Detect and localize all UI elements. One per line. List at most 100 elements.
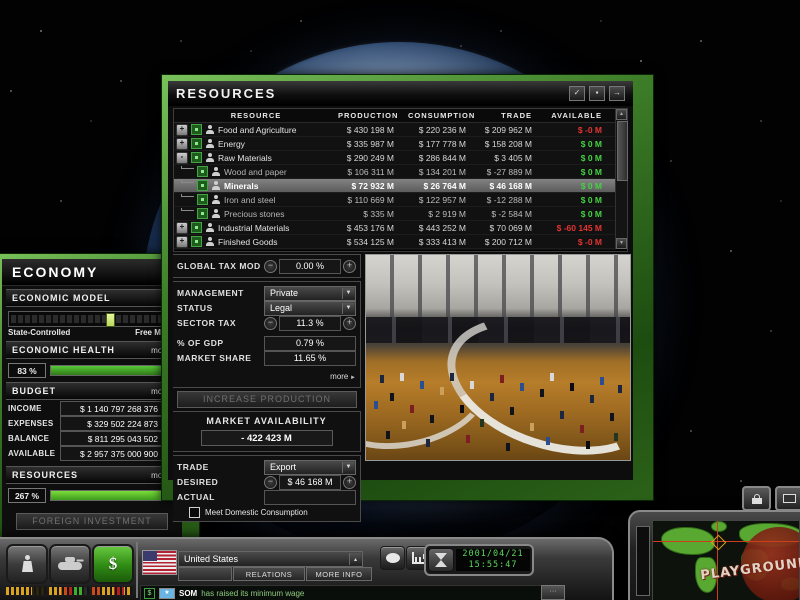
close-icon[interactable]: → bbox=[609, 86, 625, 101]
person-icon bbox=[205, 139, 215, 148]
resource-row-iron-and-steel[interactable]: Iron and steel$ 110 669 M$ 122 957 M$ -1… bbox=[174, 193, 616, 207]
person-icon bbox=[211, 181, 221, 190]
scroll-up-icon[interactable]: ▲ bbox=[616, 109, 627, 120]
global-tax-label: GLOBAL TAX MOD bbox=[177, 261, 264, 271]
global-tax-plus-button[interactable]: + bbox=[343, 260, 356, 273]
chat-button[interactable] bbox=[380, 546, 405, 570]
consumption-value: $ 177 778 M bbox=[408, 139, 480, 149]
production-value: $ 335 987 M bbox=[338, 139, 408, 149]
economy-button[interactable]: $ bbox=[92, 544, 134, 584]
resource-status-icon bbox=[197, 180, 208, 191]
available-value: $ 0 M bbox=[546, 139, 616, 149]
production-value: $ 453 176 M bbox=[338, 223, 408, 233]
relations-button[interactable]: RELATIONS bbox=[233, 567, 305, 581]
minimize-icon[interactable]: ▪ bbox=[589, 86, 605, 101]
ticker-options-button[interactable]: ··· bbox=[541, 585, 565, 600]
economy-meter bbox=[91, 586, 133, 596]
slider-thumb[interactable] bbox=[106, 313, 115, 327]
table-scrollbar[interactable]: ▲ ▼ bbox=[615, 109, 627, 249]
lock-view-button[interactable] bbox=[742, 486, 771, 511]
view-mode-button[interactable] bbox=[775, 486, 800, 511]
col-available: AVAILABLE bbox=[546, 111, 616, 120]
person-icon bbox=[211, 167, 221, 176]
trade-section: TRADE Export▼ DESIRED − $ 46 168 M + ACT… bbox=[173, 455, 361, 522]
resource-row-raw-materials[interactable]: -Raw Materials$ 290 249 M$ 286 844 M$ 3 … bbox=[174, 151, 616, 165]
trade-value: $ 200 712 M bbox=[480, 237, 546, 247]
gdp-label: % OF GDP bbox=[177, 338, 264, 348]
minimap-zoom-slider[interactable] bbox=[636, 526, 650, 596]
politics-meter bbox=[5, 586, 47, 596]
resource-row-food-and-agriculture[interactable]: +Food and Agriculture$ 430 198 M$ 220 23… bbox=[174, 123, 616, 137]
desired-plus-button[interactable]: + bbox=[343, 476, 356, 489]
person-icon bbox=[211, 195, 221, 204]
country-dropdown[interactable]: United States ▴ bbox=[178, 551, 363, 567]
resources-header: RESOURCES more bbox=[6, 466, 182, 484]
photo-crowd bbox=[366, 255, 370, 263]
budget-label: BALANCE bbox=[8, 434, 60, 443]
management-dropdown[interactable]: Private▼ bbox=[264, 286, 356, 301]
resource-name: Iron and steel bbox=[224, 195, 276, 205]
trade-value: $ -2 584 M bbox=[480, 209, 546, 219]
scroll-down-icon[interactable]: ▼ bbox=[616, 238, 627, 249]
sector-tax-plus-button[interactable]: + bbox=[343, 317, 356, 330]
available-value: $ 0 M bbox=[546, 167, 616, 177]
desired-minus-button[interactable]: − bbox=[264, 476, 277, 489]
chevron-down-icon: ▼ bbox=[342, 303, 354, 314]
resource-row-wood-and-paper[interactable]: Wood and paper$ 106 311 M$ 134 201 M$ -2… bbox=[174, 165, 616, 179]
resource-row-industrial-materials[interactable]: +Industrial Materials$ 453 176 M$ 443 25… bbox=[174, 221, 616, 235]
expander-icon[interactable]: + bbox=[176, 222, 188, 234]
meet-domestic-checkbox[interactable] bbox=[189, 507, 200, 518]
resource-row-energy[interactable]: +Energy$ 335 987 M$ 177 778 M$ 158 208 M… bbox=[174, 137, 616, 151]
game-time: 15:55:47 bbox=[469, 560, 518, 570]
expander-icon[interactable]: + bbox=[176, 250, 188, 251]
budget-value: $ 2 957 375 000 900 bbox=[60, 446, 162, 461]
person-icon bbox=[205, 153, 215, 162]
scrollbar-thumb[interactable] bbox=[617, 121, 628, 181]
clock-panel: 2001/04/21 15:55:47 bbox=[424, 544, 534, 576]
production-value: $ 534 125 M bbox=[338, 237, 408, 247]
expander-icon[interactable]: - bbox=[176, 152, 188, 164]
economic-model-slider[interactable] bbox=[8, 311, 180, 327]
map-crosshair bbox=[717, 521, 718, 600]
resource-name: Food and Agriculture bbox=[218, 125, 296, 135]
military-button[interactable] bbox=[49, 544, 91, 584]
desired-label: DESIRED bbox=[177, 477, 264, 487]
politics-button[interactable] bbox=[6, 544, 48, 584]
photo-windows bbox=[366, 255, 630, 317]
production-value: $ 72 932 M bbox=[338, 181, 408, 191]
slider-track[interactable] bbox=[11, 315, 177, 323]
trade-dropdown[interactable]: Export▼ bbox=[264, 460, 356, 475]
budget-value: $ 1 140 797 268 376 bbox=[60, 401, 162, 416]
economy-window-title[interactable]: ECONOMY bbox=[2, 259, 182, 286]
increase-production-button[interactable]: INCREASE PRODUCTION bbox=[177, 391, 357, 408]
more-info-button[interactable]: MORE INFO bbox=[306, 567, 372, 581]
resources-table: RESOURCE PRODUCTION CONSUMPTION TRADE AV… bbox=[173, 108, 628, 252]
game-date: 2001/04/21 bbox=[462, 549, 523, 559]
actual-label: ACTUAL bbox=[177, 492, 264, 502]
status-dropdown[interactable]: Legal▼ bbox=[264, 301, 356, 316]
available-value: $ 0 M bbox=[546, 209, 616, 219]
expander-icon[interactable]: + bbox=[176, 124, 188, 136]
more-link[interactable]: more bbox=[330, 372, 356, 381]
foreign-investment-button[interactable]: FOREIGN INVESTMENT bbox=[16, 513, 168, 530]
resource-row-minerals[interactable]: Minerals$ 72 932 M$ 26 764 M$ 46 168 M$ … bbox=[174, 179, 616, 193]
resource-row-finished-goods[interactable]: +Finished Goods$ 534 125 M$ 333 413 M$ 2… bbox=[174, 235, 616, 249]
time-control-button[interactable] bbox=[428, 548, 454, 572]
resources-titlebar[interactable]: RESOURCES ✓ ▪ → bbox=[168, 81, 633, 106]
consumption-value: $ 134 201 M bbox=[408, 167, 480, 177]
trade-value: $ 70 069 M bbox=[480, 223, 546, 233]
production-value: $ 290 249 M bbox=[338, 153, 408, 163]
resource-row-services[interactable]: +Services$ 7 156 362 M$ 1 848 894 M$ 5 9… bbox=[174, 249, 616, 250]
pin-window-icon[interactable]: ✓ bbox=[569, 86, 585, 101]
country-blank-button[interactable] bbox=[178, 567, 232, 581]
trade-value: $ 209 962 M bbox=[480, 125, 546, 135]
sector-tax-minus-button[interactable]: − bbox=[264, 317, 277, 330]
expander-icon[interactable]: + bbox=[176, 236, 188, 248]
trade-value: $ -27 889 M bbox=[480, 167, 546, 177]
global-tax-minus-button[interactable]: − bbox=[264, 260, 277, 273]
consumption-value: $ 122 957 M bbox=[408, 195, 480, 205]
expander-icon[interactable]: + bbox=[176, 138, 188, 150]
tree-connector bbox=[181, 166, 194, 169]
military-meter bbox=[48, 586, 90, 596]
resource-row-precious-stones[interactable]: Precious stones$ 335 M$ 2 919 M$ -2 584 … bbox=[174, 207, 616, 221]
